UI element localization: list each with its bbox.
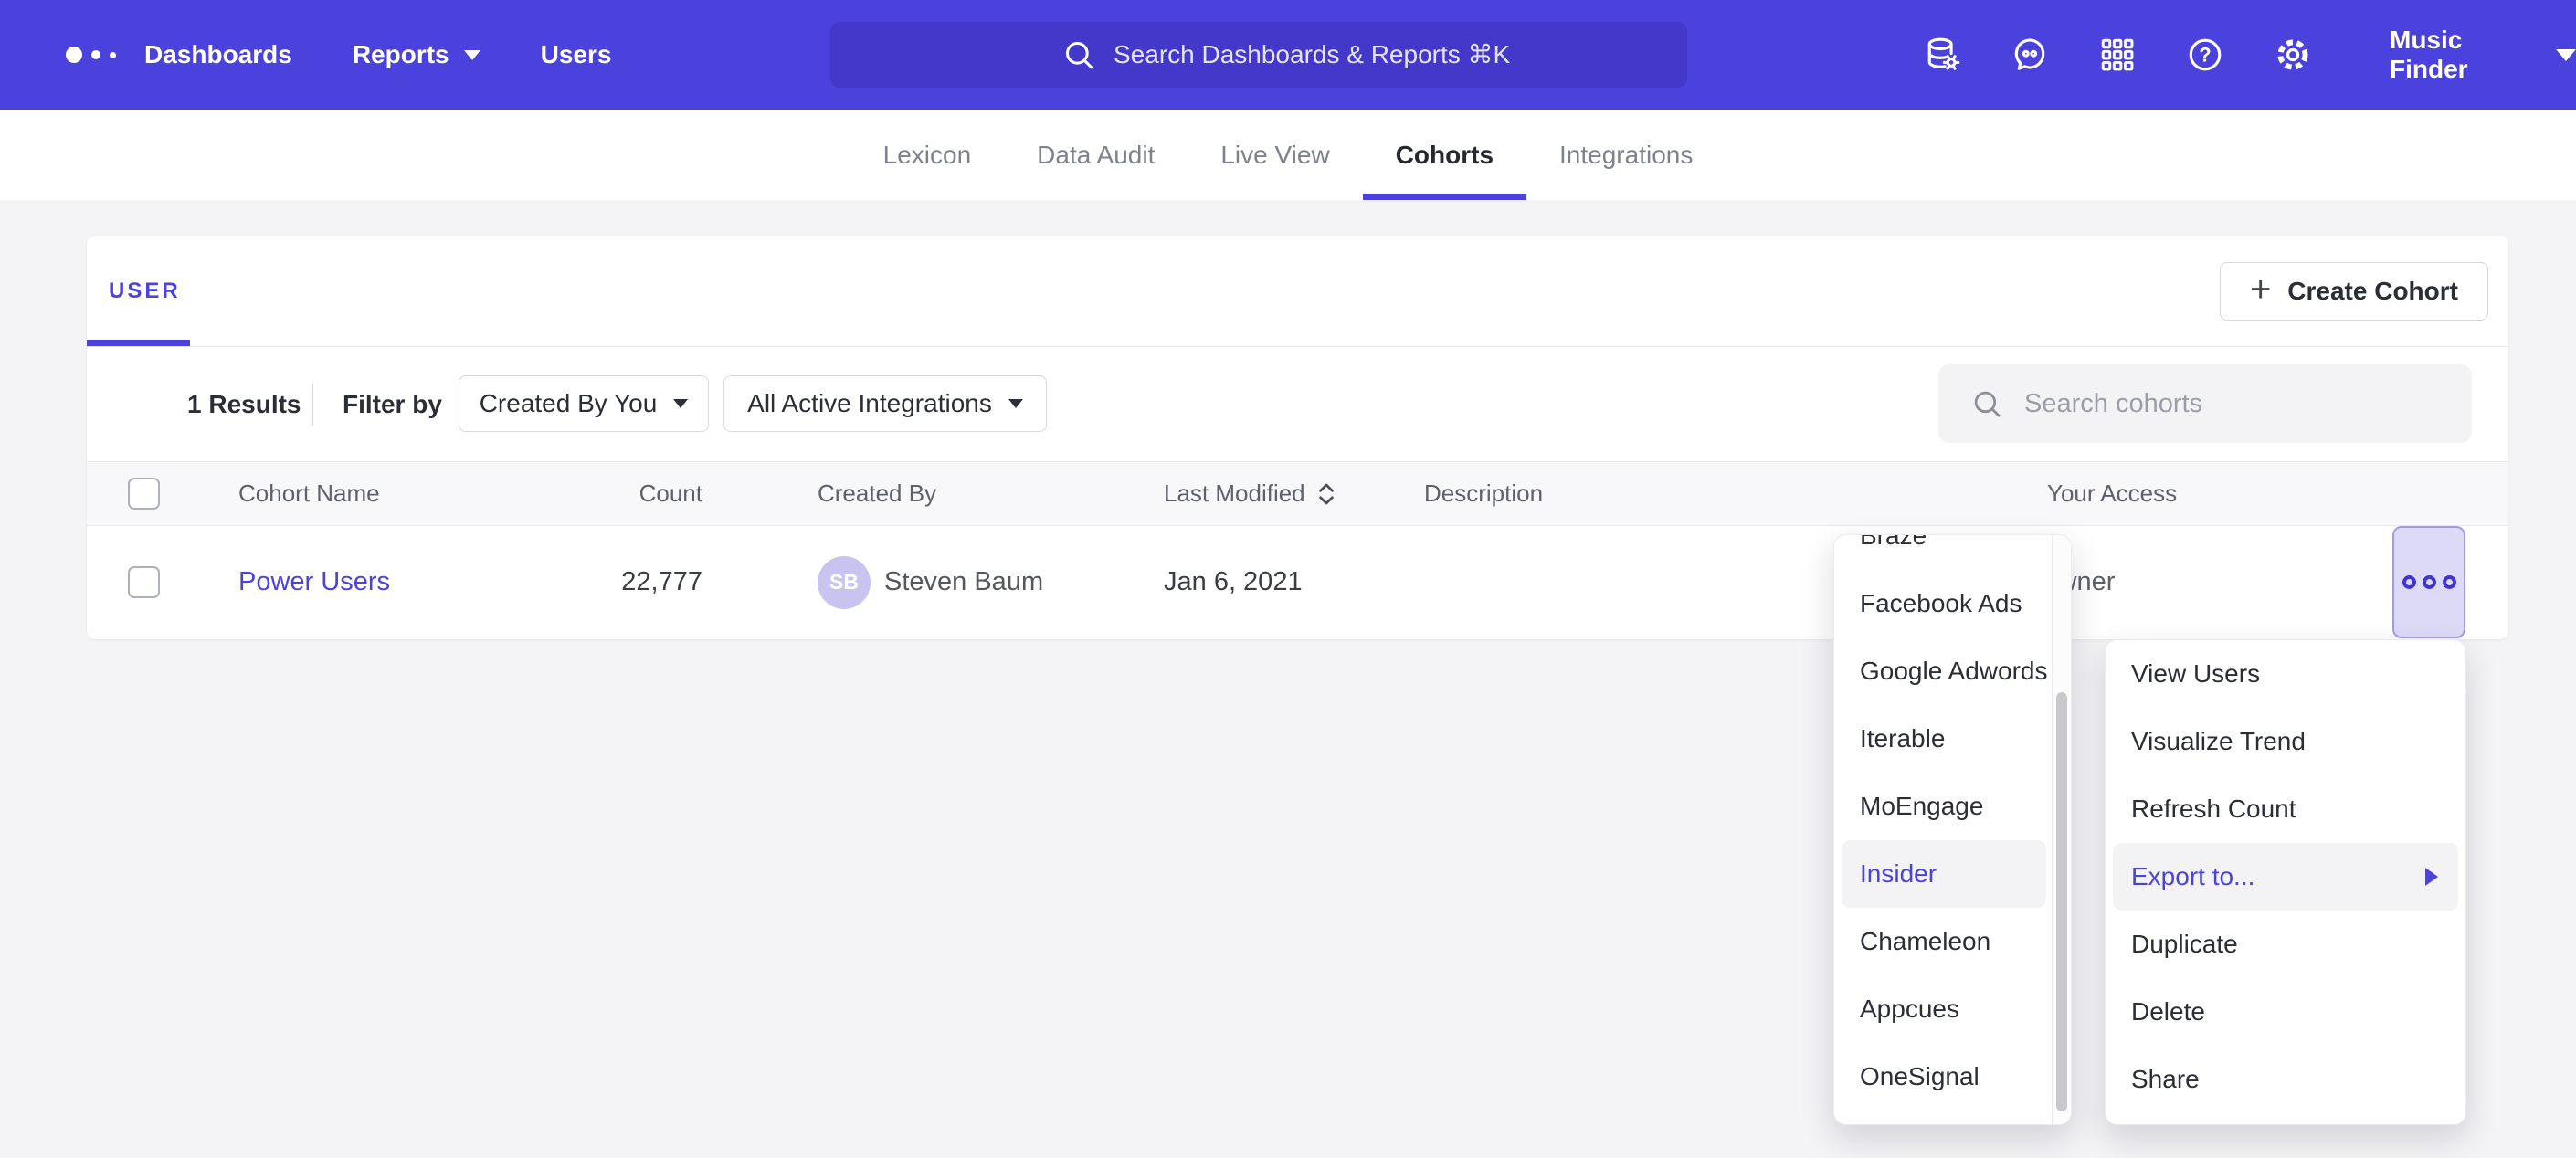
- chevron-down-icon: [1008, 399, 1023, 408]
- column-header-created-by[interactable]: Created By: [818, 462, 936, 525]
- divider: [312, 384, 313, 426]
- nav-item-users[interactable]: Users: [541, 40, 612, 69]
- tab-lexicon[interactable]: Lexicon: [850, 110, 1005, 200]
- menu-item-onesignal[interactable]: OneSignal: [1834, 1043, 2053, 1111]
- creator-name: Steven Baum: [884, 567, 1043, 597]
- integrations-filter-dropdown[interactable]: All Active Integrations: [723, 375, 1047, 432]
- dot-icon: [2423, 575, 2436, 589]
- menu-item-iterable[interactable]: Iterable: [1834, 705, 2053, 773]
- top-navigation-bar: Dashboards Reports Users: [0, 0, 2576, 110]
- submenu-scrollbar-thumb[interactable]: [2056, 692, 2067, 1111]
- menu-item-appcues[interactable]: Appcues: [1834, 975, 2053, 1043]
- cohort-count: 22,777: [621, 567, 702, 597]
- search-icon: [1969, 386, 2004, 421]
- row-checkbox[interactable]: [128, 566, 160, 598]
- nav-item-dashboards[interactable]: Dashboards: [144, 40, 292, 69]
- cohort-search-input[interactable]: [2024, 389, 2472, 419]
- menu-item-share[interactable]: Share: [2106, 1046, 2465, 1113]
- search-icon: [1061, 37, 1097, 73]
- column-header-cohort-name[interactable]: Cohort Name: [238, 462, 380, 525]
- export-destination-submenu: Braze Facebook Ads Google Adwords Iterab…: [1833, 534, 2072, 1125]
- mixpanel-logo[interactable]: [66, 0, 116, 110]
- apps-grid-icon[interactable]: [2097, 35, 2138, 75]
- dot-icon: [2402, 575, 2416, 589]
- chevron-right-icon: [2425, 868, 2438, 886]
- menu-item-chameleon[interactable]: Chameleon: [1834, 908, 2053, 975]
- menu-item-facebook-ads[interactable]: Facebook Ads: [1834, 570, 2053, 637]
- chevron-down-icon: [2556, 49, 2576, 61]
- cohorts-panel: USER + Create Cohort 1 Results Filter by…: [87, 236, 2508, 639]
- nav-item-reports[interactable]: Reports: [353, 40, 480, 69]
- create-cohort-button[interactable]: + Create Cohort: [2220, 262, 2488, 321]
- menu-item-refresh-count[interactable]: Refresh Count: [2106, 775, 2465, 843]
- dot-icon: [2443, 575, 2456, 589]
- avatar: SB: [818, 556, 871, 609]
- results-count: 1 Results: [187, 347, 301, 461]
- cohorts-panel-header: USER + Create Cohort: [87, 236, 2508, 347]
- menu-item-visualize-trend[interactable]: Visualize Trend: [2106, 708, 2465, 775]
- logo-dot-large: [66, 47, 82, 63]
- menu-item-export-to[interactable]: Export to...: [2113, 843, 2458, 911]
- filter-by-label: Filter by: [343, 347, 442, 461]
- table-row: Power Users 22,777 SB Steven Baum Jan 6,…: [87, 526, 2508, 638]
- table-header-row: Cohort Name Count Created By Last Modifi…: [87, 461, 2508, 526]
- project-name: Music Finder: [2390, 26, 2536, 84]
- menu-item-insider[interactable]: Insider: [1842, 840, 2046, 908]
- settings-gear-icon[interactable]: [2273, 35, 2313, 75]
- feedback-icon[interactable]: [2010, 35, 2050, 75]
- chevron-down-icon: [673, 399, 688, 408]
- menu-item-view-users[interactable]: View Users: [2106, 640, 2465, 708]
- plus-icon: +: [2250, 271, 2271, 308]
- cohort-search-bar[interactable]: [1938, 364, 2472, 443]
- menu-item-moengage[interactable]: MoEngage: [1834, 773, 2053, 840]
- menu-item-delete[interactable]: Delete: [2106, 978, 2465, 1046]
- data-tabs-bar: Lexicon Data Audit Live View Cohorts Int…: [0, 110, 2576, 200]
- tab-integrations[interactable]: Integrations: [1526, 110, 1726, 200]
- sort-icon: [1316, 480, 1336, 508]
- menu-item-duplicate[interactable]: Duplicate: [2106, 911, 2465, 978]
- tab-user-cohorts[interactable]: USER: [109, 236, 181, 346]
- global-search-input[interactable]: [1114, 40, 1687, 69]
- row-actions-button[interactable]: [2392, 526, 2465, 638]
- svg-text:?: ?: [2199, 44, 2211, 67]
- project-switcher[interactable]: Music Finder: [2390, 26, 2576, 84]
- chevron-down-icon: [464, 50, 480, 60]
- column-header-your-access[interactable]: Your Access: [2047, 462, 2177, 525]
- created-by-filter-dropdown[interactable]: Created By You: [459, 375, 709, 432]
- row-actions-menu: View Users Visualize Trend Refresh Count…: [2105, 639, 2466, 1125]
- active-tab-underline: [87, 340, 190, 346]
- submenu-scrollbar-track[interactable]: [2052, 535, 2071, 1124]
- column-header-description[interactable]: Description: [1424, 462, 1543, 525]
- tab-data-audit[interactable]: Data Audit: [1004, 110, 1188, 200]
- global-search-bar[interactable]: [830, 22, 1687, 88]
- tab-live-view[interactable]: Live View: [1188, 110, 1362, 200]
- logo-dot-small: [110, 52, 116, 58]
- tab-cohorts[interactable]: Cohorts: [1363, 110, 1526, 200]
- cohort-name-link[interactable]: Power Users: [238, 567, 390, 597]
- filter-toolbar: 1 Results Filter by Created By You All A…: [87, 347, 2508, 461]
- logo-dot-medium: [91, 50, 100, 59]
- menu-item-braze[interactable]: Braze: [1834, 534, 2053, 570]
- help-icon[interactable]: ?: [2185, 35, 2225, 75]
- menu-item-google-adwords[interactable]: Google Adwords: [1834, 637, 2053, 705]
- column-header-last-modified[interactable]: Last Modified: [1164, 462, 1336, 525]
- last-modified-date: Jan 6, 2021: [1164, 567, 1303, 597]
- column-header-count[interactable]: Count: [639, 462, 702, 525]
- select-all-checkbox[interactable]: [128, 478, 160, 510]
- data-management-icon[interactable]: [1922, 35, 1962, 75]
